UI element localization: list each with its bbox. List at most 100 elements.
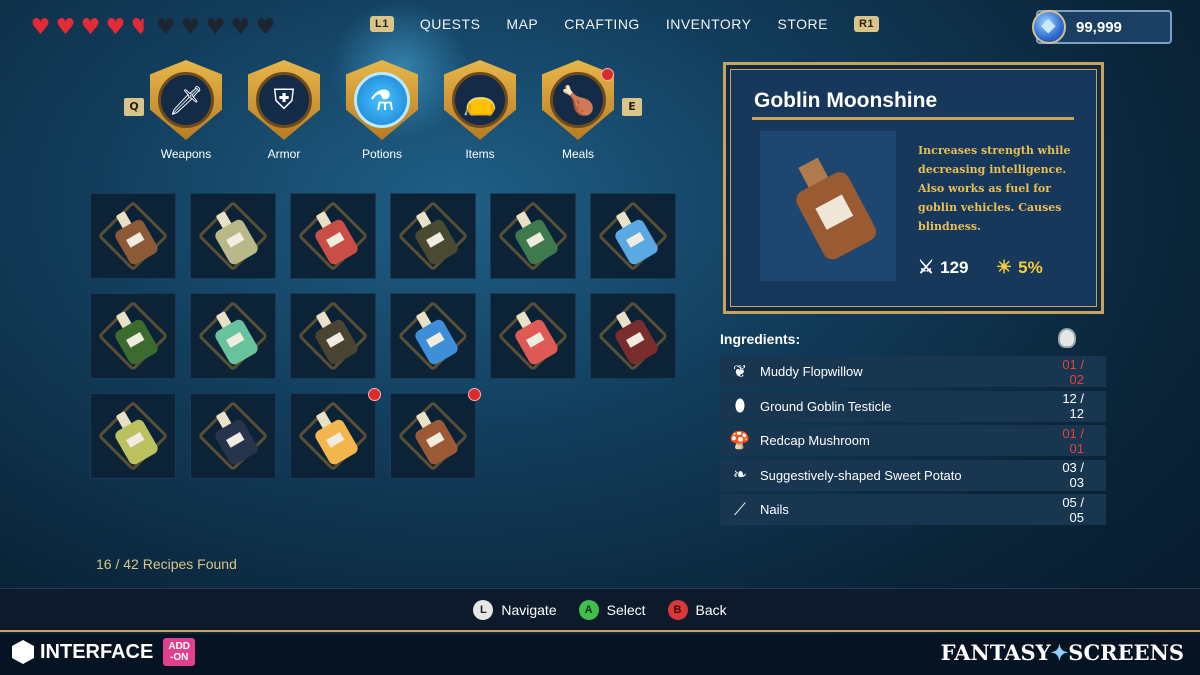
- recipe-slot[interactable]: [190, 293, 276, 379]
- potion-bottle-icon: [506, 305, 560, 367]
- recipe-slot[interactable]: [290, 388, 381, 479]
- testicle-icon: ⬮: [734, 396, 746, 415]
- cooking-pot-icon: [1058, 328, 1076, 348]
- ingredient-name: Redcap Mushroom: [760, 433, 870, 448]
- category-label: Potions: [361, 147, 403, 161]
- addon-badge: ADD -ON: [163, 638, 196, 666]
- sword-icon: ⚔: [918, 257, 935, 277]
- category-label: Armor: [267, 147, 301, 161]
- tab-store[interactable]: STORE: [778, 16, 828, 32]
- potion-bottle-icon: [206, 405, 260, 467]
- potion-bottle-icon: [106, 405, 160, 467]
- recipe-slot[interactable]: [190, 193, 276, 279]
- recipe-detail-panel: Goblin Moonshine Increases strength whil…: [723, 62, 1104, 314]
- new-alert-icon: [368, 388, 381, 401]
- recipe-slot[interactable]: [290, 293, 376, 379]
- hint-select[interactable]: A Select: [578, 599, 646, 620]
- ingredient-count: 01 / 02: [1062, 356, 1084, 387]
- recipes-found-counter: 16 / 42 Recipes Found: [96, 556, 237, 572]
- drumstick-icon: 🍗: [550, 72, 606, 128]
- recipe-slot[interactable]: [90, 293, 176, 379]
- heart-icon: ♥: [105, 15, 126, 40]
- ingredient-count: 01 / 01: [1062, 425, 1084, 456]
- heart-icon: ♥: [205, 15, 226, 40]
- hexagon-logo-icon: [12, 640, 34, 664]
- tab-map[interactable]: MAP: [506, 16, 538, 32]
- ingredients-list: ❦ Muddy Flopwillow 01 / 02 ⬮ Ground Goblin T…: [720, 356, 1106, 529]
- potion-bottle-icon: [406, 205, 460, 267]
- ingredient-name: Nails: [760, 502, 789, 517]
- next-category-key[interactable]: E: [622, 98, 642, 116]
- category-weapons[interactable]: 🗡 Weapons: [148, 60, 224, 161]
- potion-bottle-icon: [306, 305, 360, 367]
- category-badge: ⛨: [248, 60, 320, 140]
- heart-icon: ♥: [30, 15, 51, 40]
- recipe-slot[interactable]: [490, 193, 576, 279]
- category-armor[interactable]: ⛨ Armor: [246, 60, 322, 161]
- sun-icon: ☀: [996, 257, 1013, 277]
- recipe-grid: [90, 193, 676, 479]
- brand-word-screens: SCREENS: [1068, 640, 1184, 665]
- potion-bottle-icon: [606, 305, 660, 367]
- recipe-slot[interactable]: [190, 393, 276, 479]
- recipe-slot[interactable]: [390, 293, 476, 379]
- hint-back-label: Back: [695, 601, 727, 618]
- heart-icon: ♥: [55, 15, 76, 40]
- title-divider: [752, 117, 1074, 120]
- mushroom-icon: 🍄: [729, 430, 751, 450]
- recipe-slot[interactable]: [290, 193, 376, 279]
- potion-bottle-icon: [306, 405, 360, 467]
- interface-brand-text: INTERFACE: [40, 640, 154, 663]
- potion-bottle-icon: [606, 205, 660, 267]
- currency-display: 99,999: [1032, 10, 1172, 44]
- potion-bottle-icon: [506, 205, 560, 267]
- chance-stat: ☀ 5%: [996, 257, 1043, 278]
- category-items[interactable]: 👝 Items: [442, 60, 518, 161]
- heart-icon: ♥: [155, 15, 176, 40]
- recipe-slot[interactable]: [390, 193, 476, 279]
- recipe-title: Goblin Moonshine: [754, 89, 938, 112]
- ingredient-row: ⟋ Nails 05 / 05: [720, 494, 1106, 525]
- tab-quests[interactable]: QUESTS: [420, 16, 481, 32]
- r1-shoulder-button[interactable]: R1: [853, 16, 880, 32]
- l1-shoulder-button[interactable]: L1: [370, 16, 394, 32]
- category-meals[interactable]: 🍗 Meals: [540, 60, 616, 161]
- nail-icon: ⟋: [734, 499, 746, 519]
- tab-inventory[interactable]: INVENTORY: [666, 16, 752, 32]
- ingredient-name: Muddy Flopwillow: [760, 364, 863, 379]
- prev-category-key[interactable]: Q: [124, 98, 144, 116]
- category-label: Items: [465, 147, 495, 161]
- hint-navigate[interactable]: L Navigate: [473, 599, 557, 620]
- currency-amount: 99,999: [1076, 18, 1122, 36]
- recipe-slot[interactable]: [590, 293, 676, 379]
- hint-back[interactable]: B Back: [667, 599, 727, 620]
- recipe-slot[interactable]: [90, 393, 176, 479]
- ingredient-row: ❧ Suggestively-shaped Sweet Potato 03 / 03: [720, 459, 1106, 491]
- potion-bottle-icon: [306, 205, 360, 267]
- tab-crafting[interactable]: CRAFTING: [564, 16, 640, 32]
- recipe-slot[interactable]: [90, 193, 176, 279]
- b-button-icon: B: [667, 599, 688, 620]
- ingredient-row: ⬮ Ground Goblin Testicle 12 / 12: [720, 390, 1106, 422]
- ingredients-heading: Ingredients:: [720, 331, 801, 347]
- l-stick-icon: L: [473, 599, 494, 620]
- moonshine-bottle-icon: [782, 149, 880, 263]
- potion-bottle-icon: [206, 305, 260, 367]
- category-label: Weapons: [160, 147, 212, 161]
- category-potions[interactable]: ⚗ Potions: [344, 60, 420, 161]
- a-button-icon: A: [578, 599, 599, 620]
- addon-line-1: ADD: [168, 641, 191, 652]
- ingredient-count: 03 / 03: [1062, 460, 1084, 490]
- potion-bottle-icon: [206, 205, 260, 267]
- recipe-slot[interactable]: [490, 293, 576, 379]
- recipe-slot[interactable]: [390, 388, 481, 479]
- heart-icon: ♥: [230, 15, 251, 40]
- health-hearts: ♥ ♥ ♥ ♥ ♥ ♥ ♥ ♥ ♥ ♥: [30, 15, 276, 40]
- recipe-description: Increases strength while decreasing inte…: [918, 144, 1071, 233]
- ingredient-row: ❦ Muddy Flopwillow 01 / 02: [720, 356, 1106, 387]
- new-alert-icon: [468, 388, 481, 401]
- potato-icon: ❧: [732, 465, 748, 484]
- recipe-slot[interactable]: [590, 193, 676, 279]
- category-badge: 👝: [444, 60, 516, 140]
- armor-icon: ⛨: [256, 72, 312, 128]
